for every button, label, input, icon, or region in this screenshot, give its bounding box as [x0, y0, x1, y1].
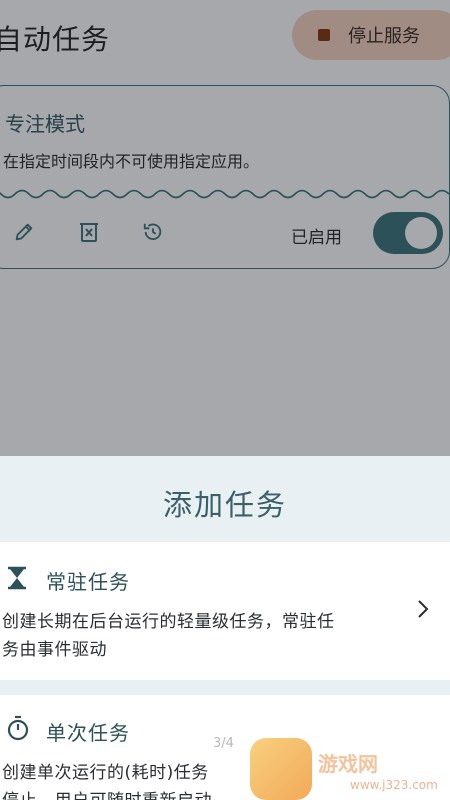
watermark-logo-icon [250, 738, 312, 800]
page-title: 自动任务 [0, 23, 111, 56]
enable-toggle[interactable] [373, 212, 443, 254]
app-header: 自动任务 停止服务 [0, 0, 450, 78]
option-description-line1: 创建长期在后台运行的轻量级任务，常驻任 [2, 612, 335, 632]
watermark: 游戏网 www.j323.com [250, 738, 450, 800]
chevron-right-icon [418, 600, 429, 618]
watermark-text: 游戏网 [318, 752, 378, 776]
enabled-status-label: 已启用 [291, 228, 342, 248]
wavy-divider [0, 189, 450, 199]
hourglass-icon [8, 566, 26, 590]
delete-icon[interactable] [76, 219, 102, 245]
stop-service-label: 停止服务 [348, 26, 420, 47]
option-resident-task[interactable]: 常驻任务 创建长期在后台运行的轻量级任务，常驻任 务由事件驱动 [0, 542, 450, 680]
stop-icon [318, 29, 330, 41]
task-card[interactable]: 专注模式 在指定时间段内不可使用指定应用。 已启用 [0, 85, 450, 269]
option-title: 单次任务 [46, 721, 130, 745]
stop-service-button[interactable]: 停止服务 [292, 10, 450, 60]
option-description-line2: 务由事件驱动 [2, 640, 107, 660]
toggle-knob [405, 217, 437, 249]
sheet-title: 添加任务 [162, 488, 287, 522]
stopwatch-icon [7, 715, 29, 741]
task-card-title: 专注模式 [5, 112, 85, 136]
edit-icon[interactable] [11, 219, 37, 245]
option-title: 常驻任务 [46, 570, 130, 594]
watermark-url: www.j323.com [350, 778, 438, 792]
task-card-description: 在指定时间段内不可使用指定应用。 [3, 152, 260, 171]
page-indicator: 3/4 [213, 736, 234, 751]
history-icon[interactable] [140, 219, 166, 245]
